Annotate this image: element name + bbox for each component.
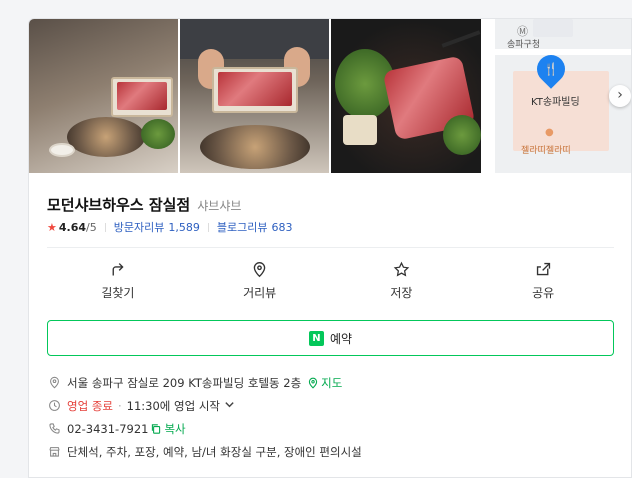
rating-row: ★ 4.64 /5 방문자리뷰 1,589 블로그리뷰 683 (47, 219, 292, 235)
hotpot-image (200, 125, 310, 169)
copy-label: 복사 (164, 421, 186, 436)
cafe-icon: ● (545, 127, 554, 138)
restaurant-icon: 🍴 (543, 62, 559, 76)
star-icon (393, 261, 410, 277)
hours-note: 11:30에 영업 시작 (126, 398, 220, 413)
map-road (483, 49, 631, 55)
blog-reviews-label: 블로그리뷰 (216, 221, 268, 234)
phone-icon (47, 422, 61, 436)
map-thumbnail[interactable]: Ⓜ 송파구청 🍴 KT송파빌딩 ● 젤라띠젤라띠 › (483, 19, 631, 173)
greens-image (141, 119, 175, 149)
map-label: 송파구청 (507, 40, 541, 50)
rating-value: 4.64 (58, 220, 87, 234)
star-icon: ★ (47, 220, 57, 234)
blog-reviews-count: 683 (271, 221, 293, 234)
separator-dot: · (117, 398, 122, 413)
street-view-label: 거리뷰 (243, 286, 277, 300)
phone-number[interactable]: 02-3431-7921 (67, 422, 148, 436)
map-link-label: 지도 (321, 375, 343, 390)
visitor-reviews-label: 방문자리뷰 (113, 221, 165, 234)
visitor-reviews-link[interactable]: 방문자리뷰 1,589 (114, 219, 200, 235)
map-building (513, 71, 609, 151)
map-label: KT송파빌딩 (531, 97, 580, 108)
amenities-text: 단체석, 주차, 포장, 예약, 남/녀 화장실 구분, 장애인 편의시설 (67, 444, 362, 459)
share-icon (536, 262, 550, 276)
photo-1[interactable] (29, 19, 180, 173)
action-bar: 길찾기 거리뷰 저장 공유 (47, 261, 614, 301)
meat-image (218, 72, 292, 106)
map-label: 젤라띠젤라띠 (521, 146, 571, 156)
bowl-image (49, 143, 75, 157)
meat-image (117, 82, 167, 110)
share-button[interactable]: 공유 (472, 261, 614, 301)
location-icon (47, 376, 61, 390)
next-arrow-icon[interactable]: › (609, 85, 631, 107)
save-button[interactable]: 저장 (331, 261, 473, 301)
title-row: 모던샤브하우스 잠실점 샤브샤브 (47, 194, 241, 215)
place-category: 샤브샤브 (197, 199, 242, 213)
reserve-label: 예약 (329, 331, 353, 346)
divider (207, 222, 209, 232)
naver-booking-icon: N (308, 330, 324, 346)
phone-row: 02-3431-7921 복사 (47, 417, 617, 440)
directions-icon (112, 263, 124, 276)
map-pin-small-icon (309, 377, 318, 389)
tofu-image (343, 115, 377, 145)
map-road (483, 19, 495, 173)
location-pin-icon (253, 262, 266, 278)
map-building (533, 19, 573, 37)
save-label: 저장 (390, 286, 413, 300)
photo-strip: Ⓜ 송파구청 🍴 KT송파빌딩 ● 젤라띠젤라띠 › (29, 19, 631, 173)
hours-row[interactable]: 영업 종료 · 11:30에 영업 시작 (47, 394, 617, 417)
directions-label: 길찾기 (101, 286, 135, 300)
store-icon (47, 445, 61, 459)
info-list: 서울 송파구 잠실로 209 KT송파빌딩 호텔동 2층 지도 영업 종료 · … (47, 371, 617, 463)
greens-image (443, 115, 481, 155)
hotpot-image (67, 117, 145, 157)
map-link[interactable]: 지도 (307, 375, 342, 391)
visitor-reviews-count: 1,589 (168, 221, 200, 234)
business-status: 영업 종료 (67, 398, 113, 413)
divider (104, 222, 106, 232)
reserve-button[interactable]: N 예약 (47, 320, 614, 356)
copy-button[interactable]: 복사 (150, 421, 186, 437)
photo-3[interactable] (331, 19, 483, 173)
place-card: Ⓜ 송파구청 🍴 KT송파빌딩 ● 젤라띠젤라띠 › 모던샤브하우스 잠실점 샤… (28, 18, 632, 478)
address-text[interactable]: 서울 송파구 잠실로 209 KT송파빌딩 호텔동 2층 (67, 375, 301, 391)
copy-icon (152, 423, 161, 434)
section-divider (47, 247, 614, 248)
chevron-down-icon[interactable] (224, 399, 235, 413)
clock-icon (47, 399, 61, 413)
chopsticks-image (441, 30, 481, 48)
share-label: 공유 (532, 286, 555, 300)
address-row: 서울 송파구 잠실로 209 KT송파빌딩 호텔동 2층 지도 (47, 371, 617, 394)
photo-2[interactable] (180, 19, 331, 173)
amenities-row: 단체석, 주차, 포장, 예약, 남/녀 화장실 구분, 장애인 편의시설 (47, 440, 617, 463)
rating-max: /5 (86, 220, 97, 234)
street-view-button[interactable]: 거리뷰 (189, 261, 331, 301)
blog-reviews-link[interactable]: 블로그리뷰 683 (217, 219, 293, 235)
directions-button[interactable]: 길찾기 (47, 261, 189, 301)
place-title[interactable]: 모던샤브하우스 잠실점 (47, 194, 190, 215)
